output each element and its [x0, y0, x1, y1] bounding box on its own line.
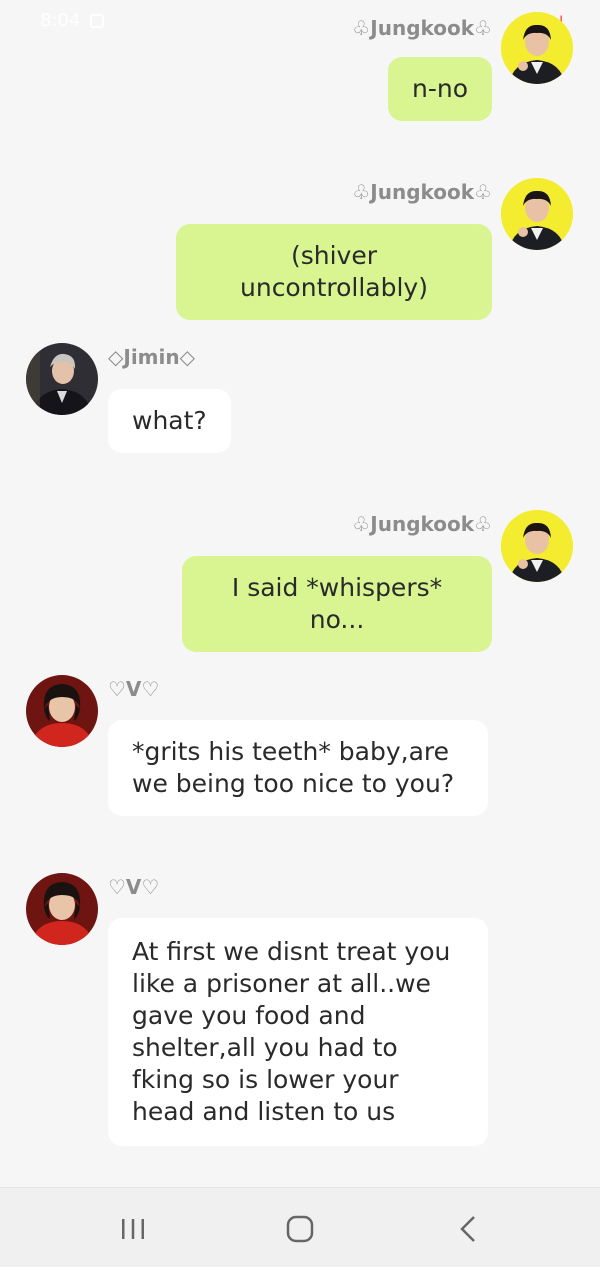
- sender-name: ◇Jimin◇: [108, 345, 195, 369]
- message-bubble: (shiver uncontrollably): [176, 224, 492, 320]
- v-avatar[interactable]: [26, 675, 98, 747]
- message-row: ◇Jimin◇ what?: [0, 343, 600, 473]
- sender-name: ♡V♡: [108, 677, 160, 701]
- jungkook-avatar[interactable]: [501, 510, 573, 582]
- message-bubble: At first we disnt treat you like a priso…: [108, 918, 488, 1146]
- sender-name: ♧Jungkook♧: [352, 180, 492, 204]
- jimin-avatar[interactable]: [26, 343, 98, 415]
- message-bubble: *grits his teeth* baby,are we being too …: [108, 720, 488, 816]
- jungkook-avatar[interactable]: [501, 178, 573, 250]
- recent-apps-icon[interactable]: [113, 1214, 153, 1244]
- home-icon[interactable]: [280, 1214, 320, 1244]
- message-row: ♧Jungkook♧ (shiver uncontrollably): [0, 176, 600, 320]
- back-icon[interactable]: [448, 1214, 488, 1244]
- message-bubble: what?: [108, 389, 231, 453]
- navigation-bar: [0, 1187, 600, 1267]
- message-row: ♡V♡ *grits his teeth* baby,are we being …: [0, 675, 600, 835]
- sender-name: ♧Jungkook♧: [352, 512, 492, 536]
- message-bubble: n-no: [387, 57, 492, 121]
- message-row: ♧Jungkook♧ I said *whispers* no...: [0, 508, 600, 652]
- jungkook-avatar[interactable]: [501, 12, 573, 84]
- sender-name: ♡V♡: [108, 875, 160, 899]
- message-row: ♡V♡ At first we disnt treat you like a p…: [0, 873, 600, 1153]
- message-row: ♧Jungkook♧ n-no: [0, 10, 600, 130]
- message-bubble: I said *whispers* no...: [182, 556, 492, 652]
- sender-name: ♧Jungkook♧: [352, 16, 492, 40]
- v-avatar[interactable]: [26, 873, 98, 945]
